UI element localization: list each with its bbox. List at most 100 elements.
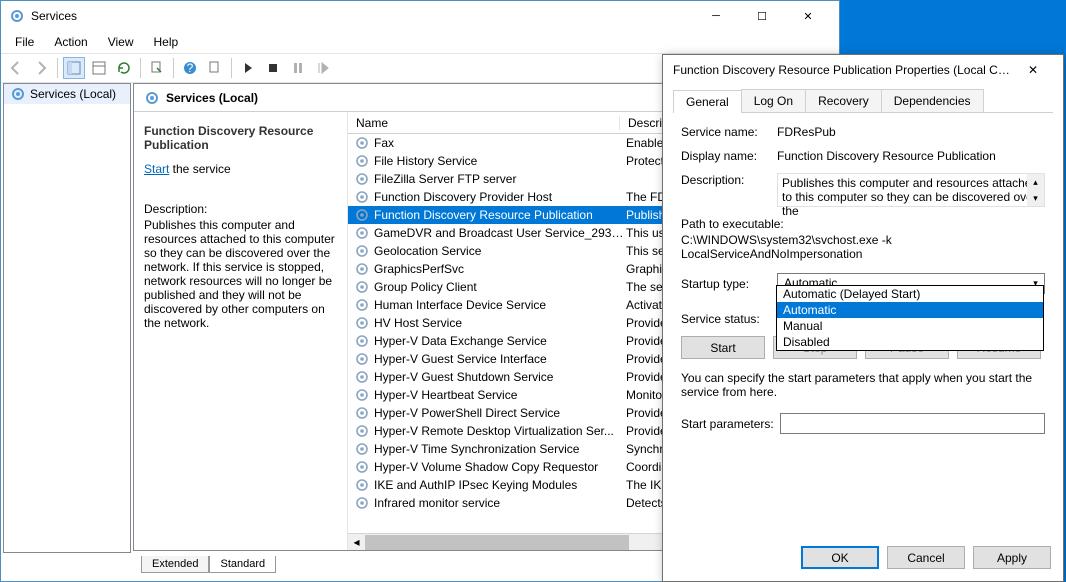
description-text: Publishes this computer and resources at… (144, 218, 337, 330)
display-name-label: Display name: (681, 149, 777, 163)
row-name: IKE and AuthIP IPsec Keying Modules (374, 478, 626, 492)
refresh-button[interactable] (113, 57, 135, 79)
services-icon (9, 8, 25, 24)
option-automatic[interactable]: Automatic (777, 302, 1043, 318)
tab-log-on[interactable]: Log On (741, 89, 806, 112)
apply-button[interactable]: Apply (973, 546, 1051, 569)
start-button[interactable]: Start (681, 336, 765, 359)
selected-service-title: Function Discovery Resource Publication (144, 124, 337, 152)
view-tabs: Extended Standard (141, 556, 276, 573)
svg-text:?: ? (187, 61, 194, 75)
status-label: Service status: (681, 312, 777, 326)
titlebar: Services ─ ☐ ✕ (1, 1, 839, 31)
properties-dialog: Function Discovery Resource Publication … (662, 54, 1064, 582)
pause-button[interactable] (287, 57, 309, 79)
option-disabled[interactable]: Disabled (777, 334, 1043, 350)
start-parameters-label: Start parameters: (681, 417, 774, 431)
row-name: Human Interface Device Service (374, 298, 626, 312)
forward-button[interactable] (30, 57, 52, 79)
row-name: GraphicsPerfSvc (374, 262, 626, 276)
row-name: Geolocation Service (374, 244, 626, 258)
row-name: Hyper-V Remote Desktop Virtualization Se… (374, 424, 626, 438)
row-name: HV Host Service (374, 316, 626, 330)
service-name-value: FDResPub (777, 125, 1045, 139)
maximize-button[interactable]: ☐ (739, 1, 785, 31)
row-name: GameDVR and Broadcast User Service_2933a… (374, 226, 626, 240)
tab-general[interactable]: General (673, 90, 742, 113)
cancel-button[interactable]: Cancel (887, 546, 965, 569)
row-name: Hyper-V Time Synchronization Service (374, 442, 626, 456)
scroll-left-icon[interactable]: ◂ (348, 534, 365, 551)
row-name: Hyper-V Volume Shadow Copy Requestor (374, 460, 626, 474)
row-name: Hyper-V Guest Service Interface (374, 352, 626, 366)
startup-type-dropdown: Automatic (Delayed Start) Automatic Manu… (776, 285, 1044, 351)
export-button[interactable] (146, 57, 168, 79)
help-button[interactable]: ? (179, 57, 201, 79)
show-hide-tree-button[interactable] (63, 57, 85, 79)
row-name: Infrared monitor service (374, 496, 626, 510)
description-value: Publishes this computer and resources at… (782, 176, 1038, 218)
description-scrollbar[interactable]: ▴ ▾ (1027, 174, 1044, 206)
note-text: You can specify the start parameters tha… (681, 371, 1045, 399)
display-name-value: Function Discovery Resource Publication (777, 149, 1045, 163)
tree-pane: Services (Local) (3, 83, 131, 553)
service-name-label: Service name: (681, 125, 777, 139)
option-automatic-delayed[interactable]: Automatic (Delayed Start) (777, 286, 1043, 302)
gear-icon (10, 86, 26, 102)
tree-item-services-local[interactable]: Services (Local) (4, 84, 130, 104)
stop-button[interactable] (262, 57, 284, 79)
play-button[interactable] (237, 57, 259, 79)
dialog-titlebar: Function Discovery Resource Publication … (663, 55, 1063, 85)
minimize-button[interactable]: ─ (693, 1, 739, 31)
ok-button[interactable]: OK (801, 546, 879, 569)
window-title: Services (31, 9, 77, 23)
dialog-tabs: General Log On Recovery Dependencies (673, 89, 1053, 113)
dialog-footer: OK Cancel Apply (801, 546, 1051, 569)
row-name: Hyper-V Heartbeat Service (374, 388, 626, 402)
start-service-link[interactable]: Start (144, 162, 169, 176)
start-parameters-input[interactable] (780, 413, 1045, 434)
restart-button[interactable] (312, 57, 334, 79)
scroll-up-icon[interactable]: ▴ (1027, 174, 1044, 190)
start-suffix: the service (169, 162, 230, 176)
path-value: C:\WINDOWS\system32\svchost.exe -k Local… (681, 233, 1045, 261)
option-manual[interactable]: Manual (777, 318, 1043, 334)
path-label: Path to executable: (681, 217, 1045, 231)
dialog-title: Function Discovery Resource Publication … (673, 63, 1013, 77)
scroll-thumb[interactable] (365, 535, 629, 550)
menu-file[interactable]: File (7, 33, 42, 51)
description-label: Description: (681, 173, 777, 187)
row-name: Hyper-V PowerShell Direct Service (374, 406, 626, 420)
startup-type-label: Startup type: (681, 277, 777, 291)
column-name[interactable]: Name (348, 116, 620, 130)
open-button[interactable] (204, 57, 226, 79)
tab-extended[interactable]: Extended (141, 556, 209, 573)
description-box: Publishes this computer and resources at… (777, 173, 1045, 207)
tab-recovery[interactable]: Recovery (805, 89, 882, 112)
description-label: Description: (144, 202, 337, 216)
row-name: Function Discovery Provider Host (374, 190, 626, 204)
properties-button[interactable] (88, 57, 110, 79)
row-name: Fax (374, 136, 626, 150)
menu-view[interactable]: View (100, 33, 142, 51)
tree-item-label: Services (Local) (30, 87, 116, 101)
content-title: Services (Local) (166, 91, 258, 105)
dialog-close-button[interactable]: ✕ (1013, 56, 1053, 84)
back-button[interactable] (5, 57, 27, 79)
scroll-down-icon[interactable]: ▾ (1027, 190, 1044, 206)
menu-action[interactable]: Action (46, 33, 95, 51)
row-name: FileZilla Server FTP server (374, 172, 626, 186)
menu-help[interactable]: Help (146, 33, 187, 51)
row-name: File History Service (374, 154, 626, 168)
details-panel: Function Discovery Resource Publication … (134, 112, 348, 550)
row-name: Group Policy Client (374, 280, 626, 294)
gear-icon (144, 90, 160, 106)
menu-bar: File Action View Help (1, 31, 839, 53)
row-name: Hyper-V Guest Shutdown Service (374, 370, 626, 384)
row-name: Hyper-V Data Exchange Service (374, 334, 626, 348)
row-name: Function Discovery Resource Publication (374, 208, 626, 222)
tab-dependencies[interactable]: Dependencies (881, 89, 984, 112)
close-button[interactable]: ✕ (785, 1, 831, 31)
dialog-body: Service name: FDResPub Display name: Fun… (663, 113, 1063, 446)
tab-standard[interactable]: Standard (209, 556, 276, 573)
